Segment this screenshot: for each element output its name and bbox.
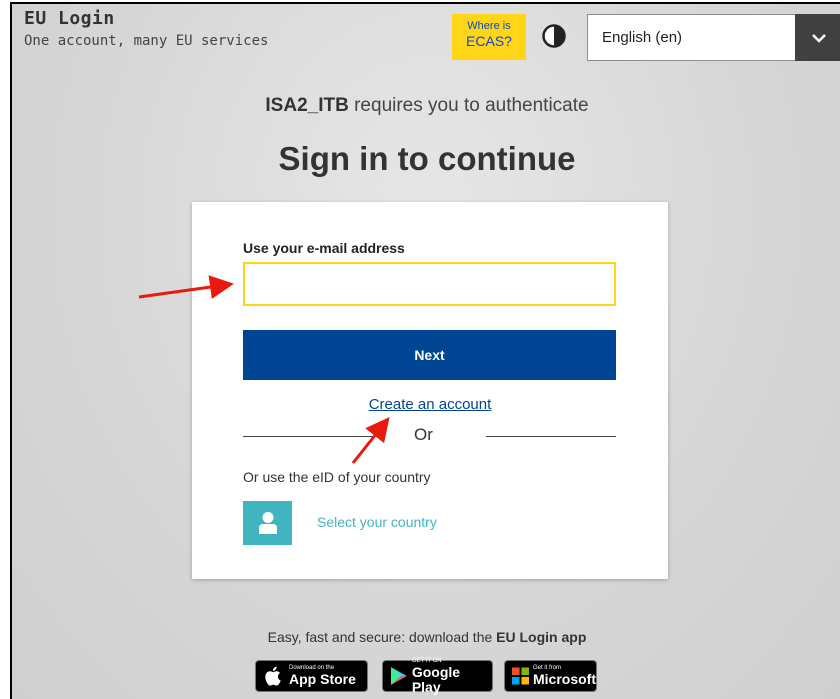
page-title: Sign in to continue [278, 140, 576, 177]
divider-left [243, 436, 373, 437]
or-separator: Or [414, 425, 433, 444]
user-icon[interactable] [243, 501, 292, 545]
ecas-line1: Where is [467, 20, 511, 32]
app-title: EU Login [24, 8, 115, 29]
next-button[interactable]: Next [243, 330, 616, 380]
google-play-icon [390, 667, 407, 685]
page-frame: EU Login One account, many EU services W… [10, 2, 840, 699]
email-label: Use your e-mail address [243, 240, 405, 256]
chevron-down-icon [795, 14, 840, 61]
download-app-text: Easy, fast and secure: download the EU L… [12, 629, 840, 645]
divider-right [486, 436, 616, 437]
email-field[interactable] [243, 262, 616, 306]
ecas-line2: ECAS? [466, 32, 512, 49]
select-country-link[interactable]: Select your country [317, 514, 437, 530]
auth-requirement: ISA2_ITB requires you to authenticate [12, 95, 840, 117]
download-prefix: Easy, fast and secure: download the [267, 629, 497, 645]
microsoft-icon [512, 667, 529, 685]
language-selected-value: English (en) [602, 29, 683, 46]
language-select[interactable]: English (en) [587, 14, 840, 61]
where-is-ecas-button[interactable]: Where is ECAS? [452, 14, 526, 60]
contrast-icon[interactable] [542, 24, 566, 48]
microsoft-big-text: Microsoft [533, 671, 596, 687]
microsoft-store-badge[interactable]: Get it from Microsoft [504, 660, 597, 692]
app-store-badge[interactable]: Download on the App Store [255, 660, 368, 692]
download-app-name: EU Login app [496, 629, 587, 645]
app-subtitle: One account, many EU services [24, 33, 269, 49]
create-account-link[interactable]: Create an account [192, 396, 668, 413]
google-play-big-text: Google Play [411, 663, 461, 695]
login-card: Use your e-mail address Next Create an a… [192, 202, 668, 579]
requesting-app-name: ISA2_ITB [265, 95, 349, 116]
google-play-badge[interactable]: GET IT ON Google Play [382, 658, 493, 695]
apple-icon [265, 666, 281, 686]
eid-label: Or use the eID of your country [243, 469, 431, 485]
requires-text: requires you to authenticate [348, 95, 589, 116]
create-account-label: Create an account [368, 396, 492, 413]
app-store-big-text: App Store [289, 671, 356, 687]
